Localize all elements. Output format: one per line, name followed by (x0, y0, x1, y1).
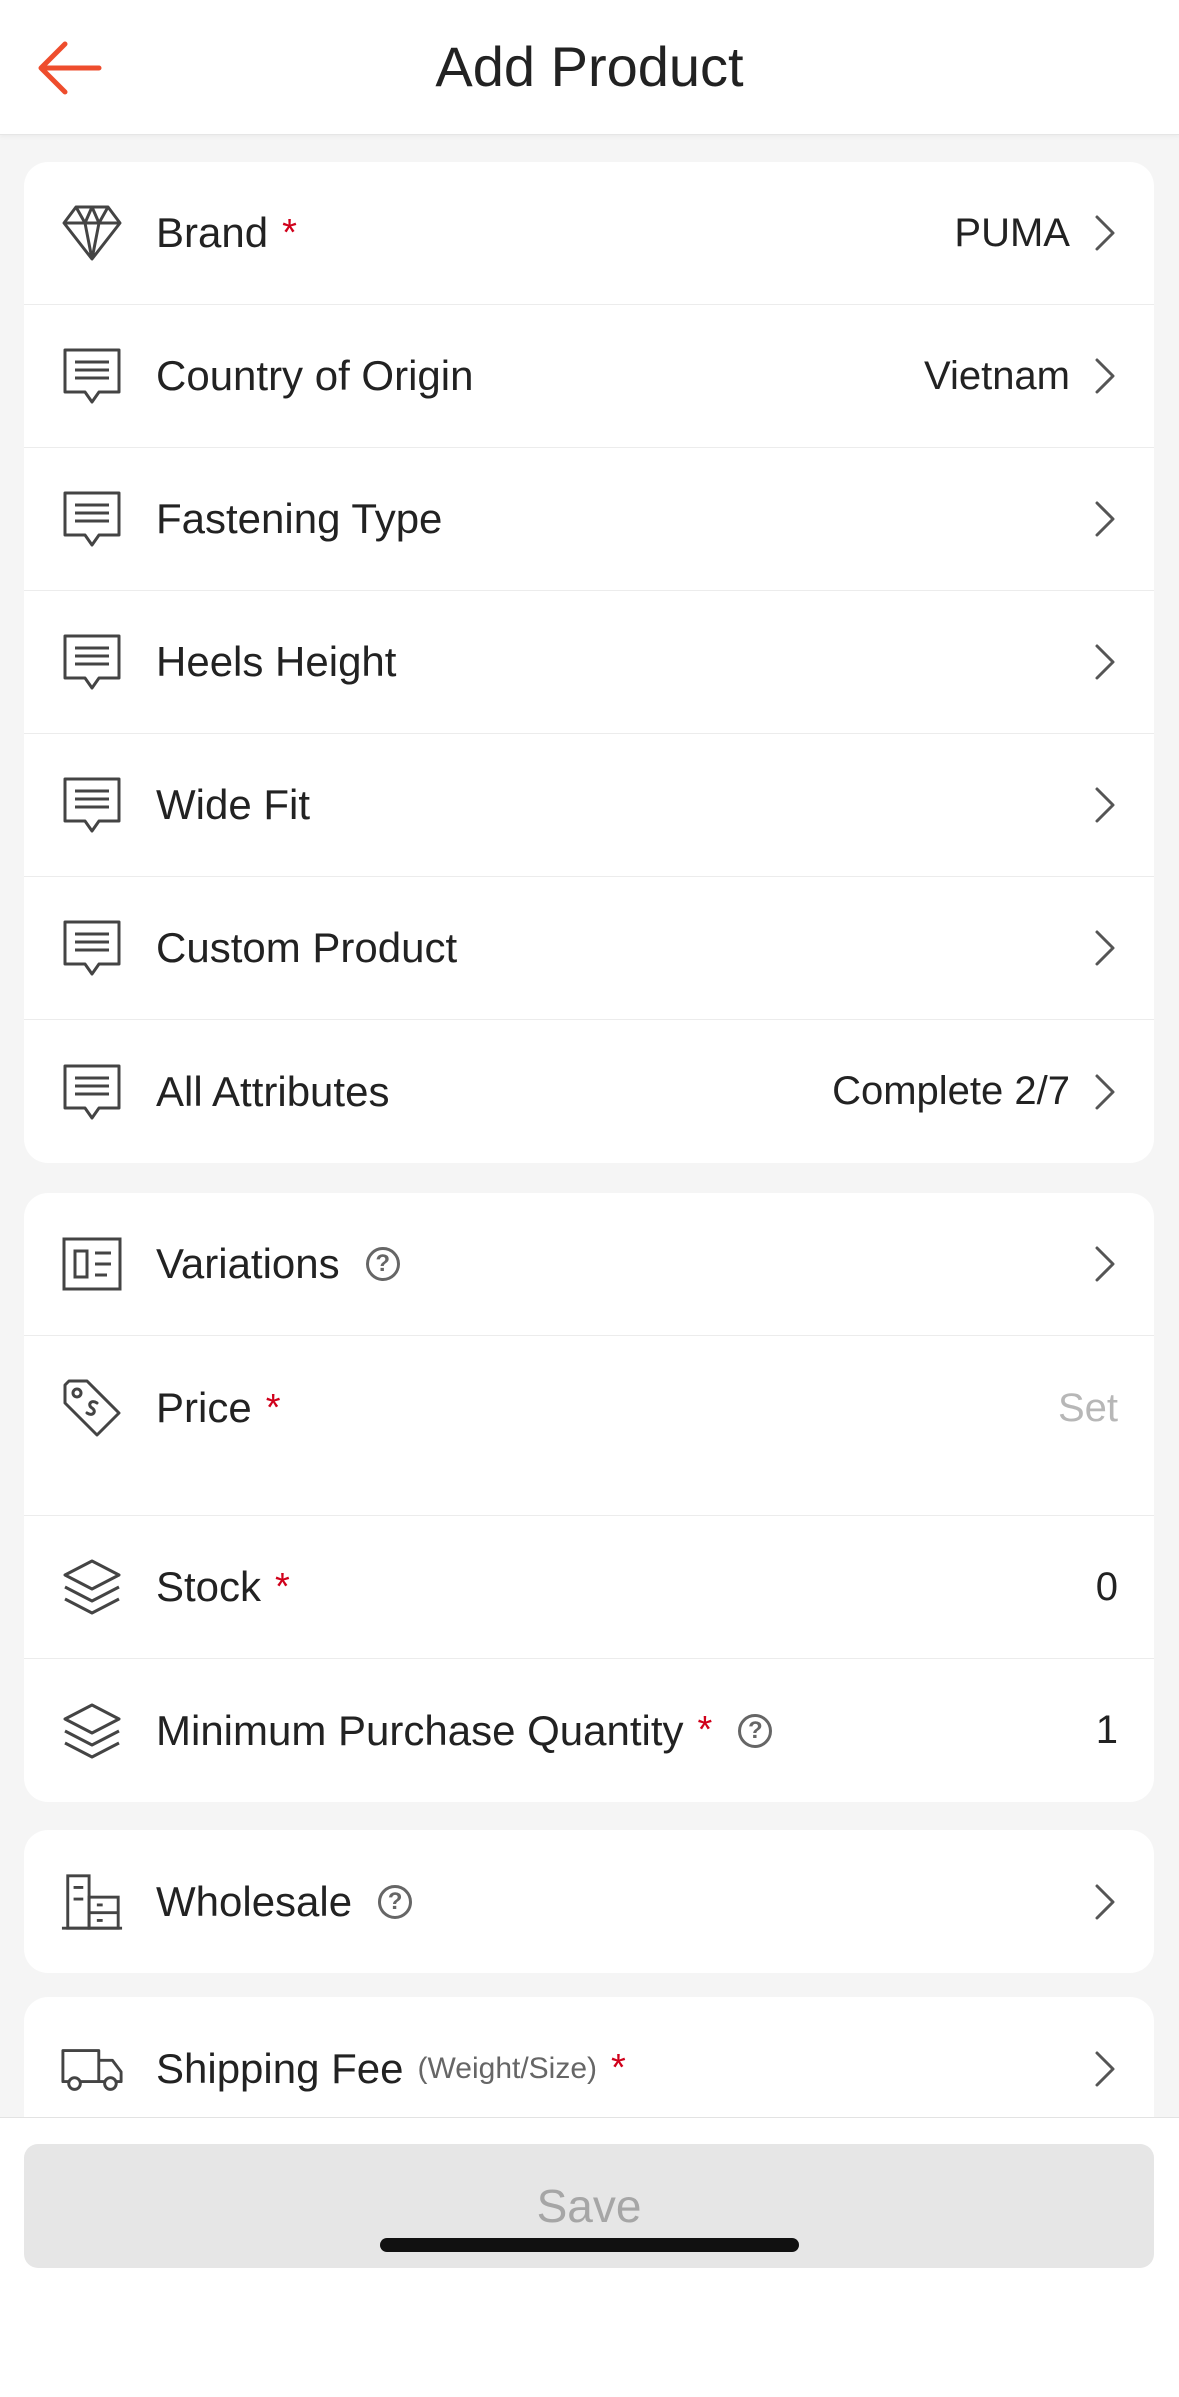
custom-product-row[interactable]: Custom Product (24, 877, 1154, 1020)
home-indicator (380, 2238, 799, 2252)
all-attributes-row[interactable]: All Attributes Complete 2/7 (24, 1020, 1154, 1163)
all-attributes-progress: Complete 2/7 (832, 1069, 1070, 1113)
list-doc-icon (60, 487, 124, 551)
minimum-purchase-quantity-row[interactable]: Minimum Purchase Quantity * ? 1 (24, 1659, 1154, 1802)
all-attributes-label: All Attributes (156, 1067, 390, 1115)
brand-row[interactable]: Brand * PUMA (24, 162, 1154, 305)
shipping-fee-label: Shipping Fee (156, 2044, 404, 2092)
chevron-right-icon (1090, 640, 1120, 684)
brand-value: PUMA (954, 210, 1070, 255)
required-mark: * (275, 1565, 290, 1608)
help-icon[interactable]: ? (738, 1713, 773, 1748)
truck-icon (60, 2037, 124, 2101)
variations-label: Variations (156, 1240, 340, 1287)
wide-fit-row[interactable]: Wide Fit (24, 734, 1154, 877)
list-doc-icon (60, 344, 124, 408)
list-doc-icon (60, 630, 124, 694)
wholesale-card: Wholesale ? (24, 1830, 1154, 1973)
brand-label: Brand (156, 209, 269, 256)
bottom-action-bar: Save (0, 2117, 1179, 2397)
chevron-right-icon (1090, 497, 1120, 541)
chevron-right-icon (1090, 211, 1120, 255)
layers-icon (60, 1555, 124, 1619)
heels-height-label: Heels Height (156, 638, 397, 685)
chevron-right-icon (1090, 1070, 1120, 1114)
wide-fit-label: Wide Fit (156, 781, 311, 828)
help-icon[interactable]: ? (365, 1247, 400, 1281)
chevron-right-icon (1090, 1242, 1120, 1286)
list-doc-icon (60, 773, 124, 837)
top-app-bar: Add Product (0, 0, 1179, 135)
country-of-origin-value: Vietnam (923, 353, 1070, 398)
page-title: Add Product (435, 35, 744, 98)
heels-height-row[interactable]: Heels Height (24, 591, 1154, 734)
chevron-right-icon (1090, 783, 1120, 827)
country-of-origin-row[interactable]: Country of Origin Vietnam (24, 305, 1154, 448)
chevron-right-icon (1090, 1880, 1120, 1924)
help-icon[interactable]: ? (378, 1884, 413, 1919)
wholesale-row[interactable]: Wholesale ? (24, 1830, 1154, 1973)
list-doc-icon (60, 916, 124, 980)
wholesale-label: Wholesale (156, 1877, 353, 1925)
fastening-type-row[interactable]: Fastening Type (24, 448, 1154, 591)
required-mark: * (611, 2047, 626, 2089)
variations-icon (60, 1232, 124, 1296)
custom-product-label: Custom Product (156, 924, 458, 971)
required-mark: * (265, 1386, 281, 1429)
variations-row[interactable]: Variations ? (24, 1193, 1154, 1336)
chevron-right-icon (1090, 926, 1120, 970)
sales-info-card: Variations ? Price * Set Stock * 0 Minim… (24, 1193, 1154, 1802)
price-input[interactable]: Set (1058, 1386, 1118, 1431)
required-mark: * (697, 1709, 713, 1751)
diamond-icon (60, 201, 124, 265)
stock-input[interactable]: 0 (1096, 1565, 1118, 1610)
fastening-type-label: Fastening Type (156, 495, 443, 542)
minimum-purchase-quantity-label: Minimum Purchase Quantity (156, 1706, 684, 1754)
list-doc-icon (60, 1060, 124, 1124)
price-row[interactable]: Price * Set (24, 1336, 1154, 1516)
country-of-origin-label: Country of Origin (156, 352, 474, 399)
shipping-fee-note: (Weight/Size) (417, 2051, 598, 2085)
chevron-right-icon (1090, 354, 1120, 398)
stock-label: Stock (156, 1563, 262, 1610)
price-tag-icon (60, 1376, 124, 1440)
minimum-purchase-quantity-input[interactable]: 1 (1096, 1708, 1118, 1753)
layers-icon (60, 1699, 124, 1763)
attributes-card: Brand * PUMA Country of Origin Vietnam F… (24, 162, 1154, 1163)
stock-row[interactable]: Stock * 0 (24, 1516, 1154, 1659)
warehouse-icon (60, 1870, 124, 1934)
price-label: Price (156, 1384, 252, 1431)
required-mark: * (282, 211, 297, 254)
chevron-right-icon (1090, 2047, 1120, 2091)
